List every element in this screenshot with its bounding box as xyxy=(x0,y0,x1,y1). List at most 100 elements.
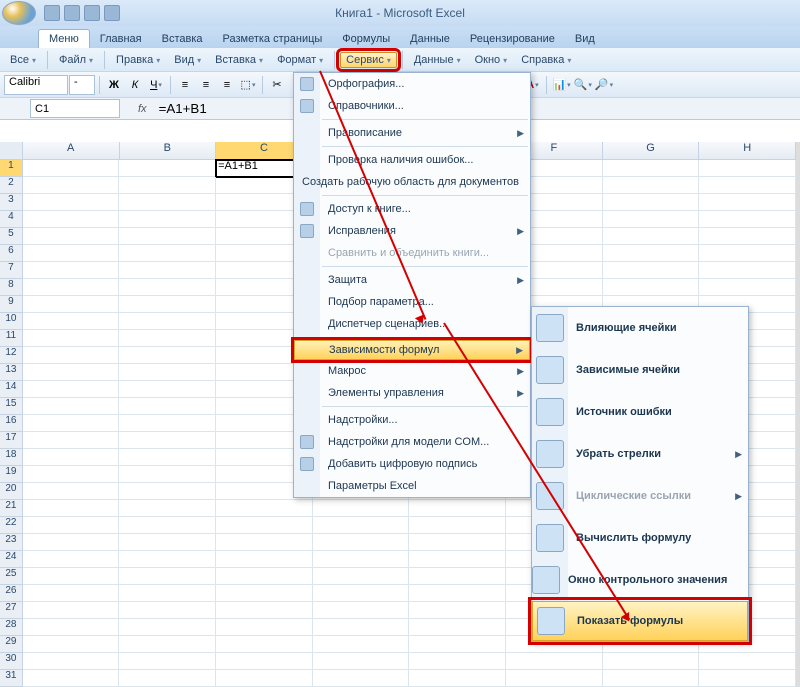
submenu-item[interactable]: Убрать стрелки▶ xyxy=(532,433,748,475)
row-header[interactable]: 16 xyxy=(0,415,23,432)
row-header[interactable]: 31 xyxy=(0,670,23,687)
chart-button[interactable]: 📊▾ xyxy=(551,75,571,95)
cell[interactable] xyxy=(119,211,216,228)
cell[interactable] xyxy=(119,653,216,670)
menu-insert[interactable]: Вставка xyxy=(209,52,269,68)
submenu-item[interactable]: Показать формулы xyxy=(532,601,748,641)
cell[interactable] xyxy=(216,517,313,534)
font-size-select[interactable]: - xyxy=(69,75,95,95)
cell[interactable] xyxy=(23,602,120,619)
cell[interactable] xyxy=(23,534,120,551)
menu-help[interactable]: Справка xyxy=(515,52,577,68)
menu-item[interactable]: Надстройки... xyxy=(294,409,530,431)
cell[interactable] xyxy=(603,653,700,670)
cell[interactable] xyxy=(119,585,216,602)
row-header[interactable]: 19 xyxy=(0,466,23,483)
cell[interactable] xyxy=(119,636,216,653)
row-header[interactable]: 7 xyxy=(0,262,23,279)
cell[interactable] xyxy=(119,534,216,551)
font-name-select[interactable]: Calibri xyxy=(4,75,68,95)
cell[interactable] xyxy=(699,245,796,262)
cell[interactable] xyxy=(313,568,410,585)
save-icon[interactable] xyxy=(44,5,60,21)
menu-file[interactable]: Файл xyxy=(53,52,99,68)
cell[interactable] xyxy=(603,177,700,194)
cell[interactable] xyxy=(699,262,796,279)
cell[interactable] xyxy=(23,228,120,245)
cell[interactable] xyxy=(313,653,410,670)
menu-item[interactable]: Справочники... xyxy=(294,95,530,117)
menu-service[interactable]: Сервис xyxy=(340,52,397,68)
cell[interactable] xyxy=(409,670,506,687)
select-all-corner[interactable] xyxy=(0,142,23,159)
col-header[interactable]: A xyxy=(23,142,120,159)
cell[interactable] xyxy=(506,653,603,670)
cell[interactable] xyxy=(119,279,216,296)
menu-item[interactable]: Исправления▶ xyxy=(294,220,530,242)
bold-button[interactable]: Ж xyxy=(104,75,124,95)
submenu-item[interactable]: Влияющие ячейки xyxy=(532,307,748,349)
cell[interactable] xyxy=(119,670,216,687)
menu-window[interactable]: Окно xyxy=(469,52,514,68)
row-header[interactable]: 5 xyxy=(0,228,23,245)
menu-item[interactable]: Макрос▶ xyxy=(294,360,530,382)
cell[interactable] xyxy=(603,211,700,228)
cell[interactable] xyxy=(313,551,410,568)
cell[interactable] xyxy=(409,534,506,551)
cell[interactable] xyxy=(23,160,120,177)
cell[interactable] xyxy=(119,619,216,636)
row-header[interactable]: 21 xyxy=(0,500,23,517)
cell[interactable] xyxy=(506,670,603,687)
align-right-button[interactable]: ≡ xyxy=(217,75,237,95)
tab-menu[interactable]: Меню xyxy=(38,29,90,48)
cell[interactable] xyxy=(23,483,120,500)
cell[interactable] xyxy=(119,568,216,585)
tab-home[interactable]: Главная xyxy=(90,30,152,48)
cell[interactable] xyxy=(119,449,216,466)
cell[interactable] xyxy=(216,619,313,636)
cell[interactable] xyxy=(603,228,700,245)
col-header[interactable]: B xyxy=(120,142,217,159)
align-center-button[interactable]: ≡ xyxy=(196,75,216,95)
cell[interactable] xyxy=(23,653,120,670)
cell[interactable] xyxy=(409,568,506,585)
row-header[interactable]: 10 xyxy=(0,313,23,330)
cell[interactable] xyxy=(119,500,216,517)
cell[interactable] xyxy=(699,670,796,687)
cell[interactable] xyxy=(216,653,313,670)
cell[interactable] xyxy=(699,160,796,177)
row-header[interactable]: 24 xyxy=(0,551,23,568)
cell[interactable] xyxy=(23,670,120,687)
cell[interactable] xyxy=(119,551,216,568)
cell[interactable] xyxy=(699,228,796,245)
cell[interactable] xyxy=(119,398,216,415)
cell[interactable] xyxy=(23,619,120,636)
merge-button[interactable]: ⬚▾ xyxy=(238,75,258,95)
cell[interactable] xyxy=(119,381,216,398)
cell[interactable] xyxy=(119,160,216,177)
row-header[interactable]: 26 xyxy=(0,585,23,602)
menu-item[interactable]: Диспетчер сценариев... xyxy=(294,313,530,335)
cell[interactable] xyxy=(699,653,796,670)
row-header[interactable]: 29 xyxy=(0,636,23,653)
row-header[interactable]: 25 xyxy=(0,568,23,585)
cell[interactable] xyxy=(216,670,313,687)
tab-page-layout[interactable]: Разметка страницы xyxy=(213,30,333,48)
cell[interactable] xyxy=(216,568,313,585)
menu-item[interactable]: Подбор параметра... xyxy=(294,291,530,313)
fx-icon[interactable]: fx xyxy=(138,103,147,115)
zoom-button[interactable]: 🔎▾ xyxy=(594,75,614,95)
cell[interactable] xyxy=(313,636,410,653)
italic-button[interactable]: К xyxy=(125,75,145,95)
cell[interactable] xyxy=(23,500,120,517)
office-button[interactable] xyxy=(2,1,36,25)
cell[interactable] xyxy=(119,296,216,313)
cell[interactable] xyxy=(119,364,216,381)
cell[interactable] xyxy=(23,432,120,449)
cell[interactable] xyxy=(699,177,796,194)
cell[interactable] xyxy=(216,534,313,551)
tab-insert[interactable]: Вставка xyxy=(152,30,213,48)
cell[interactable] xyxy=(216,500,313,517)
submenu-item[interactable]: Зависимые ячейки xyxy=(532,349,748,391)
cell[interactable] xyxy=(23,364,120,381)
